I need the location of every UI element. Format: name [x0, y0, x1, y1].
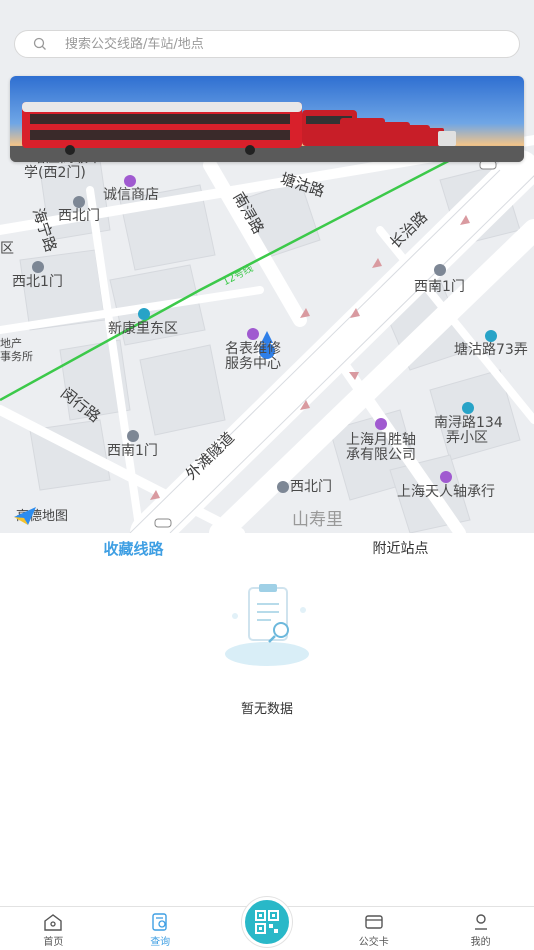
map-label: 学(西2门)	[24, 165, 86, 181]
search-icon	[33, 37, 46, 50]
bus-stop-poi-icon[interactable]	[434, 264, 446, 276]
bus-stop-poi-icon[interactable]	[277, 481, 289, 493]
map-label: 上海月胜轴	[346, 432, 416, 448]
map-label: 西北门	[290, 479, 332, 495]
nav-home[interactable]: 首页	[0, 907, 107, 950]
residential-poi-icon[interactable]	[462, 402, 474, 414]
map-label: 承有限公司	[346, 447, 416, 463]
shop-poi-icon[interactable]	[440, 471, 452, 483]
nav-query-label: 查询	[150, 937, 171, 948]
bus-stop-poi-icon[interactable]	[127, 430, 139, 442]
map-label: 西南1门	[107, 443, 158, 459]
map-label: 新康里东区	[108, 321, 178, 337]
road-label: 山寿里	[292, 510, 343, 530]
search-input[interactable]	[65, 36, 465, 52]
empty-clipboard-icon	[225, 584, 309, 666]
nav-card-label: 公交卡	[358, 937, 389, 948]
nav-query[interactable]: 查询	[107, 907, 214, 950]
shop-poi-icon[interactable]	[247, 328, 259, 340]
amap-logo: 高德地图	[12, 505, 68, 525]
map-label: 塘沽路73弄	[454, 342, 528, 358]
map-label: 名表维修	[225, 341, 281, 357]
bus-stop-poi-icon[interactable]	[32, 261, 44, 273]
map-label: 事务所	[0, 350, 33, 363]
bus-stop-poi-icon[interactable]	[73, 196, 85, 208]
card-icon	[365, 915, 383, 929]
amap-logo-icon	[14, 507, 36, 525]
map-label: 西北1门	[12, 274, 63, 290]
residential-poi-icon[interactable]	[485, 330, 497, 342]
bus-banner-image	[10, 76, 524, 162]
empty-state: 暂无数据	[0, 580, 534, 717]
search-bar[interactable]	[14, 30, 520, 58]
nav-mine-label: 我的	[470, 937, 491, 948]
map-label: 区	[0, 241, 14, 257]
map-label: 弄小区	[446, 430, 488, 446]
promo-banner[interactable]	[10, 76, 524, 162]
home-icon	[44, 914, 63, 931]
map-label: 服务中心	[225, 356, 281, 372]
map-label: 西南1门	[414, 279, 465, 295]
qr-code-icon	[255, 910, 279, 934]
scan-qr-button[interactable]	[242, 897, 292, 947]
map-label: 诚信商店	[103, 187, 159, 203]
nav-card[interactable]: 公交卡	[320, 907, 427, 950]
empty-state-text: 暂无数据	[240, 702, 293, 717]
nav-mine[interactable]: 我的	[427, 907, 534, 950]
shop-poi-icon[interactable]	[375, 418, 387, 430]
tab-favorite-routes[interactable]: 收藏线路	[0, 533, 267, 565]
nav-home-label: 首页	[43, 937, 64, 948]
shop-poi-icon[interactable]	[124, 175, 136, 187]
list-tabs: 收藏线路 附近站点	[0, 533, 534, 565]
user-icon	[474, 914, 487, 930]
map-label: 西北门	[58, 208, 100, 224]
residential-poi-icon[interactable]	[138, 308, 150, 320]
map-label: 上海天人轴承行	[397, 484, 495, 500]
tab-nearby-stops[interactable]: 附近站点	[267, 533, 534, 565]
app-root: 哈庄高级中 学(西2门) 诚信商店 西北门 南浔路 塘沽路 长治路 海宁路 西北…	[0, 0, 534, 950]
query-icon	[152, 913, 167, 931]
map-label: 南浔路134	[434, 415, 503, 431]
